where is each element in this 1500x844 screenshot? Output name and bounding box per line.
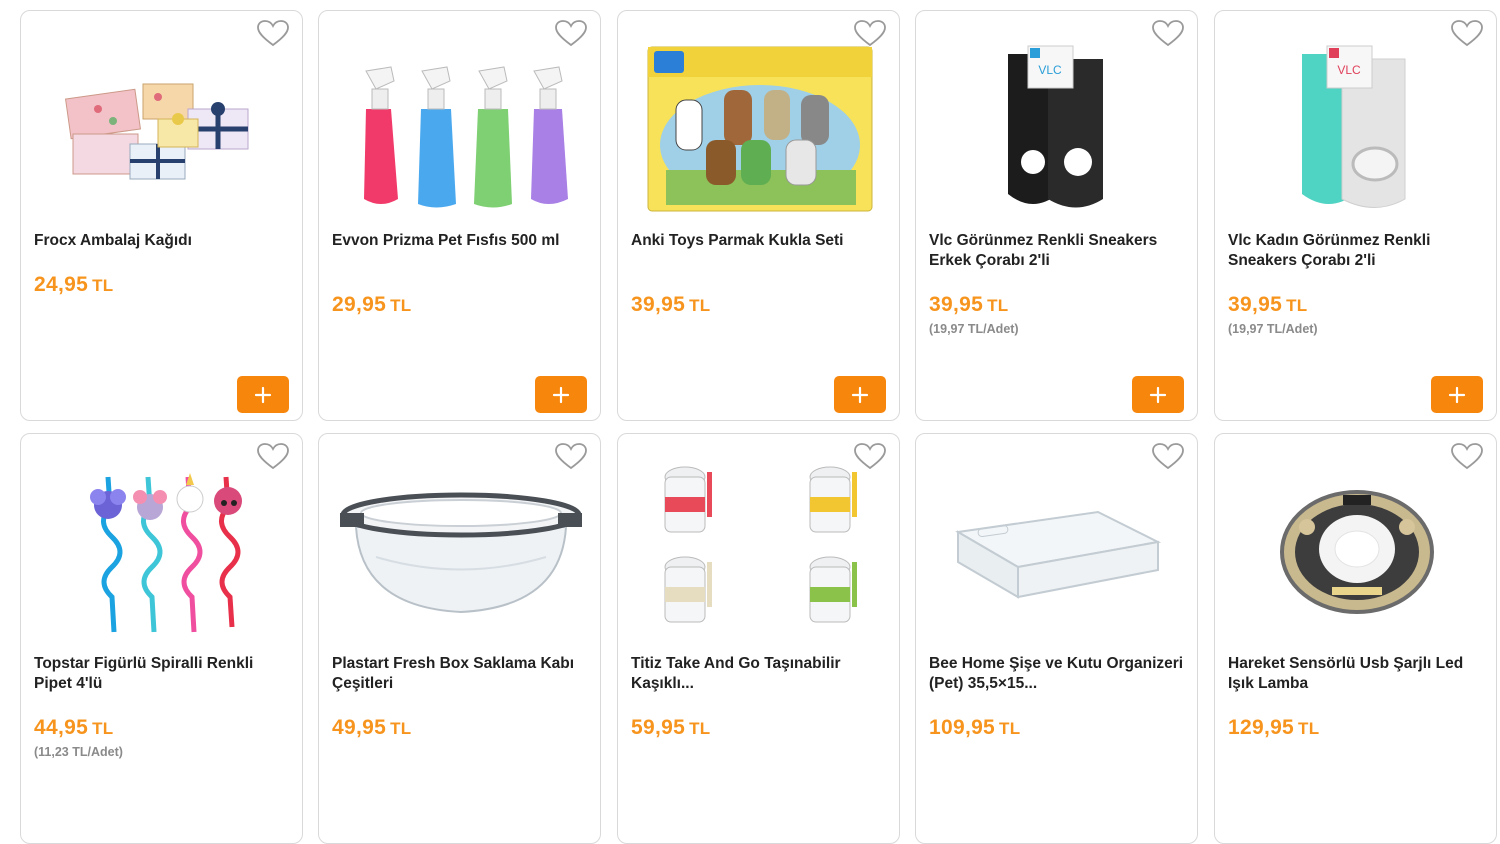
product-price: 24,95 TL	[34, 273, 114, 296]
product-card[interactable]: Frocx Ambalaj Kağıdı 24,95 TL	[20, 10, 303, 421]
plus-icon	[254, 386, 272, 403]
product-name[interactable]: Evvon Prizma Pet Fısfıs 500 ml	[332, 231, 588, 251]
product-card[interactable]: Anki Toys Parmak Kukla Seti 39,95 TL	[617, 10, 900, 421]
product-card[interactable]: Hareket Sensörlü Usb Şarjlı Led Işık Lam…	[1214, 433, 1497, 844]
product-card[interactable]: Plastart Fresh Box Saklama Kabı Çeşitler…	[318, 433, 601, 844]
product-name[interactable]: Hareket Sensörlü Usb Şarjlı Led Işık Lam…	[1228, 654, 1484, 694]
product-image[interactable]: VLC	[1227, 31, 1486, 226]
product-price: 39,95 TL	[631, 293, 711, 316]
product-card[interactable]: Topstar Figürlü Spiralli Renkli Pipet 4'…	[20, 433, 303, 844]
product-card[interactable]: Evvon Prizma Pet Fısfıs 500 ml 29,95 TL	[318, 10, 601, 421]
product-price: 39,95 TL	[1228, 293, 1308, 316]
unit-price: (19,97 TL/Adet)	[1228, 322, 1318, 336]
unit-price: (11,23 TL/Adet)	[34, 745, 123, 759]
plus-icon	[851, 386, 869, 403]
product-price: 49,95 TL	[332, 716, 412, 739]
product-price: 29,95 TL	[332, 293, 412, 316]
product-image[interactable]	[331, 454, 590, 649]
product-price: 59,95 TL	[631, 716, 711, 739]
product-image[interactable]	[331, 31, 590, 226]
product-name[interactable]: Plastart Fresh Box Saklama Kabı Çeşitler…	[332, 654, 588, 694]
product-image[interactable]	[630, 31, 889, 226]
product-image[interactable]	[630, 454, 889, 649]
add-to-cart-button[interactable]	[1431, 376, 1483, 413]
plus-icon	[552, 386, 570, 403]
product-name[interactable]: Vlc Görünmez Renkli Sneakers Erkek Çorab…	[929, 231, 1185, 271]
product-name[interactable]: Vlc Kadın Görünmez Renkli Sneakers Çorab…	[1228, 231, 1484, 271]
product-price: 129,95 TL	[1228, 716, 1320, 739]
product-name[interactable]: Topstar Figürlü Spiralli Renkli Pipet 4'…	[34, 654, 290, 694]
add-to-cart-button[interactable]	[535, 376, 587, 413]
product-card[interactable]: Bee Home Şişe ve Kutu Organizeri (Pet) 3…	[915, 433, 1198, 844]
product-name[interactable]: Bee Home Şişe ve Kutu Organizeri (Pet) 3…	[929, 654, 1185, 694]
product-image[interactable]: VLC	[928, 31, 1187, 226]
product-card[interactable]: Titiz Take And Go Taşınabilir Kaşıklı...…	[617, 433, 900, 844]
add-to-cart-button[interactable]	[1132, 376, 1184, 413]
unit-price: (19,97 TL/Adet)	[929, 322, 1019, 336]
product-image[interactable]	[928, 454, 1187, 649]
add-to-cart-button[interactable]	[237, 376, 289, 413]
plus-icon	[1149, 386, 1167, 403]
product-price: 39,95 TL	[929, 293, 1009, 316]
plus-icon	[1448, 386, 1466, 403]
product-price: 44,95 TL	[34, 716, 114, 739]
product-name[interactable]: Frocx Ambalaj Kağıdı	[34, 231, 290, 251]
svg-text:VLC: VLC	[1038, 63, 1062, 77]
product-card[interactable]: VLC Vlc Görünmez Renkli Sneakers Erkek Ç…	[915, 10, 1198, 421]
product-price: 109,95 TL	[929, 716, 1021, 739]
product-name[interactable]: Titiz Take And Go Taşınabilir Kaşıklı...	[631, 654, 887, 694]
product-name[interactable]: Anki Toys Parmak Kukla Seti	[631, 231, 887, 251]
product-card[interactable]: VLC Vlc Kadın Görünmez Renkli Sneakers Ç…	[1214, 10, 1497, 421]
svg-text:VLC: VLC	[1337, 63, 1361, 77]
product-image[interactable]	[33, 454, 292, 649]
product-image[interactable]	[1227, 454, 1486, 649]
add-to-cart-button[interactable]	[834, 376, 886, 413]
product-image[interactable]	[33, 31, 292, 226]
